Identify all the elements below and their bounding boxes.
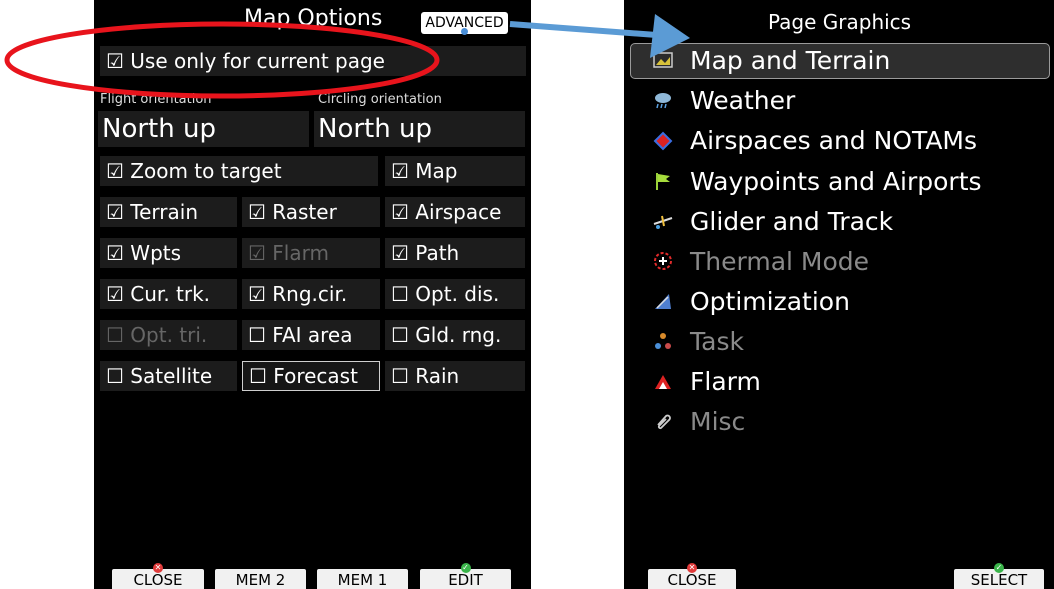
fai-area-checkbox[interactable]: ☐ FAI area: [242, 320, 380, 350]
menu-item-misc[interactable]: Misc: [652, 404, 745, 440]
airspace-icon: [653, 131, 673, 151]
menu-item-weather[interactable]: Weather: [652, 83, 795, 119]
menu-item-label: Flarm: [690, 367, 761, 396]
close-softkey-label: CLOSE: [133, 571, 183, 589]
menu-item-label: Airspaces and NOTAMs: [690, 126, 978, 155]
menu-item-waypoints-and-airports[interactable]: Waypoints and Airports: [652, 164, 982, 200]
blue-indicator-icon: [461, 28, 468, 35]
rain-checkbox[interactable]: ☐ Rain: [385, 361, 525, 391]
weather-icon: [655, 93, 671, 109]
raster-checkbox[interactable]: ☑ Raster: [242, 197, 380, 227]
menu-item-label: Task: [690, 327, 744, 356]
map-checkbox[interactable]: ☑ Map: [385, 156, 525, 186]
menu-item-flarm[interactable]: Flarm: [652, 364, 761, 400]
mem2-softkey-label: MEM 2: [235, 571, 286, 589]
circling-orientation-label: Circling orientation: [318, 92, 442, 107]
glider-icon: [653, 215, 673, 229]
menu-item-label: Thermal Mode: [690, 247, 870, 276]
menu-item-task[interactable]: Task: [652, 324, 744, 360]
mem1-softkey-label: MEM 1: [337, 571, 388, 589]
mem2-softkey[interactable]: MEM 2: [215, 569, 306, 589]
edit-softkey-label: EDIT: [448, 571, 483, 589]
menu-item-label: Optimization: [690, 287, 850, 316]
circling-orientation-field[interactable]: North up: [314, 111, 525, 147]
zoom-to-target-checkbox[interactable]: ☑ Zoom to target: [100, 156, 378, 186]
map-options-screen: Map Options ADVANCED ☑ Use only for curr…: [94, 0, 531, 589]
close-softkey[interactable]: ✕ CLOSE: [112, 563, 204, 589]
menu-item-label: Glider and Track: [690, 207, 894, 236]
menu-item-label: Map and Terrain: [690, 46, 891, 75]
satellite-checkbox[interactable]: ☐ Satellite: [100, 361, 237, 391]
cur-trk-checkbox[interactable]: ☑ Cur. trk.: [100, 279, 237, 309]
wpts-checkbox[interactable]: ☑ Wpts: [100, 238, 237, 268]
thermal-icon: [654, 252, 672, 270]
opt-tri-checkbox[interactable]: ☐ Opt. tri.: [100, 320, 237, 350]
close-icon: ✕: [153, 563, 163, 573]
paperclip-icon: [657, 414, 671, 430]
menu-item-optimization[interactable]: Optimization: [652, 284, 850, 320]
page-graphics-title: Page Graphics: [768, 10, 912, 34]
menu-item-thermal-mode[interactable]: Thermal Mode: [652, 244, 869, 280]
use-only-current-page-checkbox[interactable]: ☑ Use only for current page: [100, 46, 526, 76]
select-softkey-label: SELECT: [970, 571, 1028, 589]
gld-rng-checkbox[interactable]: ☐ Gld. rng.: [385, 320, 525, 350]
flarm-icon: [655, 375, 671, 389]
advanced-button[interactable]: ADVANCED: [421, 12, 508, 35]
close-softkey-label: CLOSE: [667, 571, 717, 589]
flight-orientation-field[interactable]: North up: [98, 111, 309, 147]
task-icon: [655, 333, 671, 349]
check-icon: ✓: [460, 563, 471, 573]
select-softkey[interactable]: ✓ SELECT: [954, 563, 1044, 589]
optimization-icon: [655, 294, 671, 309]
close-icon: ✕: [687, 563, 697, 573]
terrain-checkbox[interactable]: ☑ Terrain: [100, 197, 237, 227]
flight-orientation-label: Flight orientation: [100, 92, 212, 107]
rng-cir-checkbox[interactable]: ☑ Rng.cir.: [242, 279, 380, 309]
menu-item-glider-and-track[interactable]: Glider and Track: [652, 204, 893, 240]
waypoint-flag-icon: [656, 173, 670, 190]
map-options-title: Map Options: [244, 6, 383, 31]
menu-item-map-and-terrain[interactable]: Map and Terrain: [652, 43, 890, 79]
forecast-checkbox[interactable]: ☐ Forecast: [242, 361, 380, 391]
menu-item-label: Misc: [690, 407, 746, 436]
path-checkbox[interactable]: ☑ Path: [385, 238, 525, 268]
close-softkey[interactable]: ✕ CLOSE: [648, 563, 736, 589]
menu-item-airspaces-and-notams[interactable]: Airspaces and NOTAMs: [652, 123, 977, 159]
edit-softkey[interactable]: ✓ EDIT: [420, 563, 511, 589]
mem1-softkey[interactable]: MEM 1: [317, 569, 408, 589]
check-icon: ✓: [994, 563, 1004, 573]
opt-dis-checkbox[interactable]: ☐ Opt. dis.: [385, 279, 525, 309]
page-graphics-screen: Page Graphics Map and Terrain Weather Ai…: [624, 0, 1054, 589]
menu-item-label: Weather: [690, 86, 796, 115]
flarm-checkbox[interactable]: ☑ Flarm: [242, 238, 380, 268]
airspace-checkbox[interactable]: ☑ Airspace: [385, 197, 525, 227]
menu-item-label: Waypoints and Airports: [690, 167, 982, 196]
map-terrain-icon: [653, 52, 673, 68]
